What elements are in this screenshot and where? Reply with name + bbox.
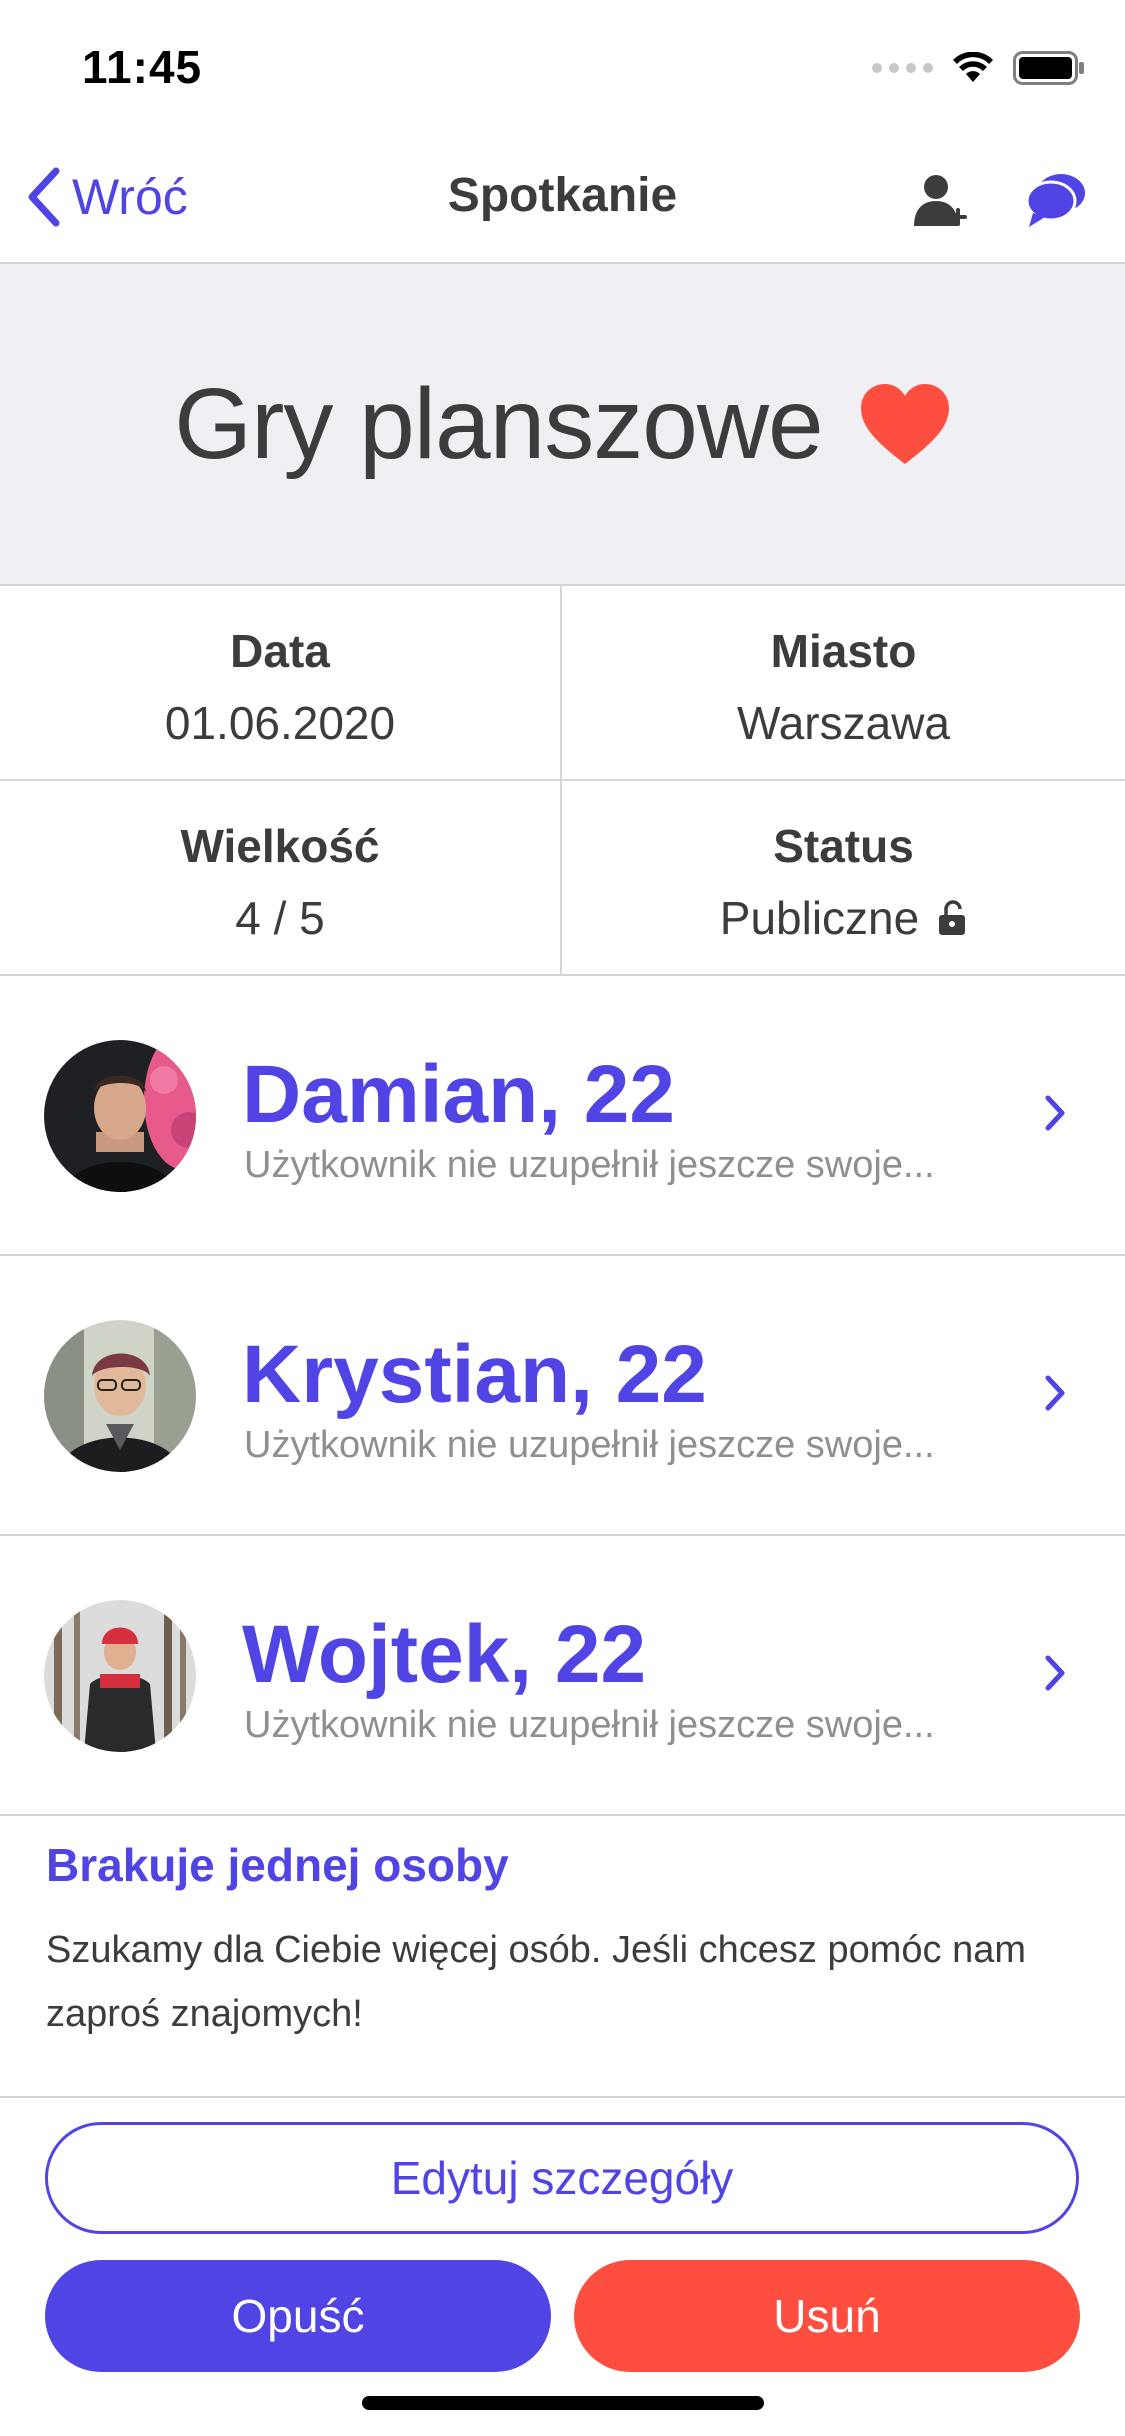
city-value: Warszawa	[737, 697, 950, 749]
member-name: Damian, 22	[242, 1049, 675, 1140]
edit-details-button[interactable]: Edytuj szczegóły	[45, 2122, 1079, 2234]
wifi-icon	[953, 52, 993, 82]
unlock-icon	[939, 900, 966, 935]
avatar	[44, 1600, 196, 1752]
size-value: 4 / 5	[235, 892, 325, 944]
info-status: Status Publiczne	[562, 781, 1125, 976]
add-user-icon	[914, 175, 967, 226]
chat-icon	[1025, 174, 1085, 227]
back-label: Wróć	[72, 169, 188, 225]
member-description: Użytkownik nie uzupełnił jeszcze swoje..…	[244, 1424, 935, 1466]
heart-icon[interactable]	[859, 382, 951, 466]
member-row[interactable]: Damian, 22 Użytkownik nie uzupełnił jesz…	[0, 976, 1125, 1256]
date-label: Data	[230, 625, 330, 677]
member-description: Użytkownik nie uzupełnił jeszcze swoje..…	[244, 1704, 935, 1746]
back-button[interactable]: Wróć	[26, 162, 188, 232]
status-value: Publiczne	[719, 892, 920, 944]
event-info-grid: Data 01.06.2020 Miasto Warszawa Wielkość…	[0, 586, 1125, 976]
event-title: Gry planszowe	[174, 367, 823, 480]
member-description: Użytkownik nie uzupełnił jeszcze swoje..…	[244, 1144, 935, 1186]
chevron-right-icon	[1045, 1375, 1065, 1411]
chevron-right-icon	[1045, 1095, 1065, 1131]
delete-button[interactable]: Usuń	[574, 2260, 1080, 2372]
chat-button[interactable]	[1016, 160, 1096, 240]
city-label: Miasto	[770, 625, 917, 677]
status-label: Status	[773, 820, 914, 872]
date-value: 01.06.2020	[164, 697, 396, 749]
member-row[interactable]: Krystian, 22 Użytkownik nie uzupełnił je…	[0, 1256, 1125, 1536]
member-name: Wojtek, 22	[242, 1609, 647, 1700]
size-label: Wielkość	[180, 820, 380, 872]
info-size: Wielkość 4 / 5	[0, 781, 562, 976]
status-time: 11:45	[82, 41, 203, 93]
member-row[interactable]: Wojtek, 22 Użytkownik nie uzupełnił jesz…	[0, 1536, 1125, 1816]
member-name: Krystian, 22	[242, 1329, 707, 1420]
notice-title: Brakuje jednej osoby	[46, 1839, 509, 1891]
notice-text: Szukamy dla Ciebie więcej osób. Jeśli ch…	[46, 1929, 1026, 2035]
add-user-button[interactable]	[902, 160, 982, 240]
avatar	[44, 1040, 196, 1192]
chevron-right-icon	[1045, 1655, 1065, 1691]
navigation-bar: Wróć Spotkanie	[0, 132, 1125, 264]
chevron-left-icon	[28, 167, 60, 227]
battery-icon	[1013, 51, 1084, 85]
event-header: Gry planszowe	[0, 264, 1125, 586]
missing-person-notice: Brakuje jednej osoby Szukamy dla Ciebie …	[0, 1816, 1125, 2098]
leave-button[interactable]: Opuść	[45, 2260, 551, 2372]
status-indicators	[872, 48, 1085, 88]
avatar	[44, 1320, 196, 1472]
status-bar: 11:45	[0, 0, 1125, 132]
info-city: Miasto Warszawa	[562, 586, 1125, 781]
cellular-signal-icon	[872, 63, 933, 73]
home-indicator[interactable]	[362, 2396, 764, 2410]
info-date: Data 01.06.2020	[0, 586, 562, 781]
